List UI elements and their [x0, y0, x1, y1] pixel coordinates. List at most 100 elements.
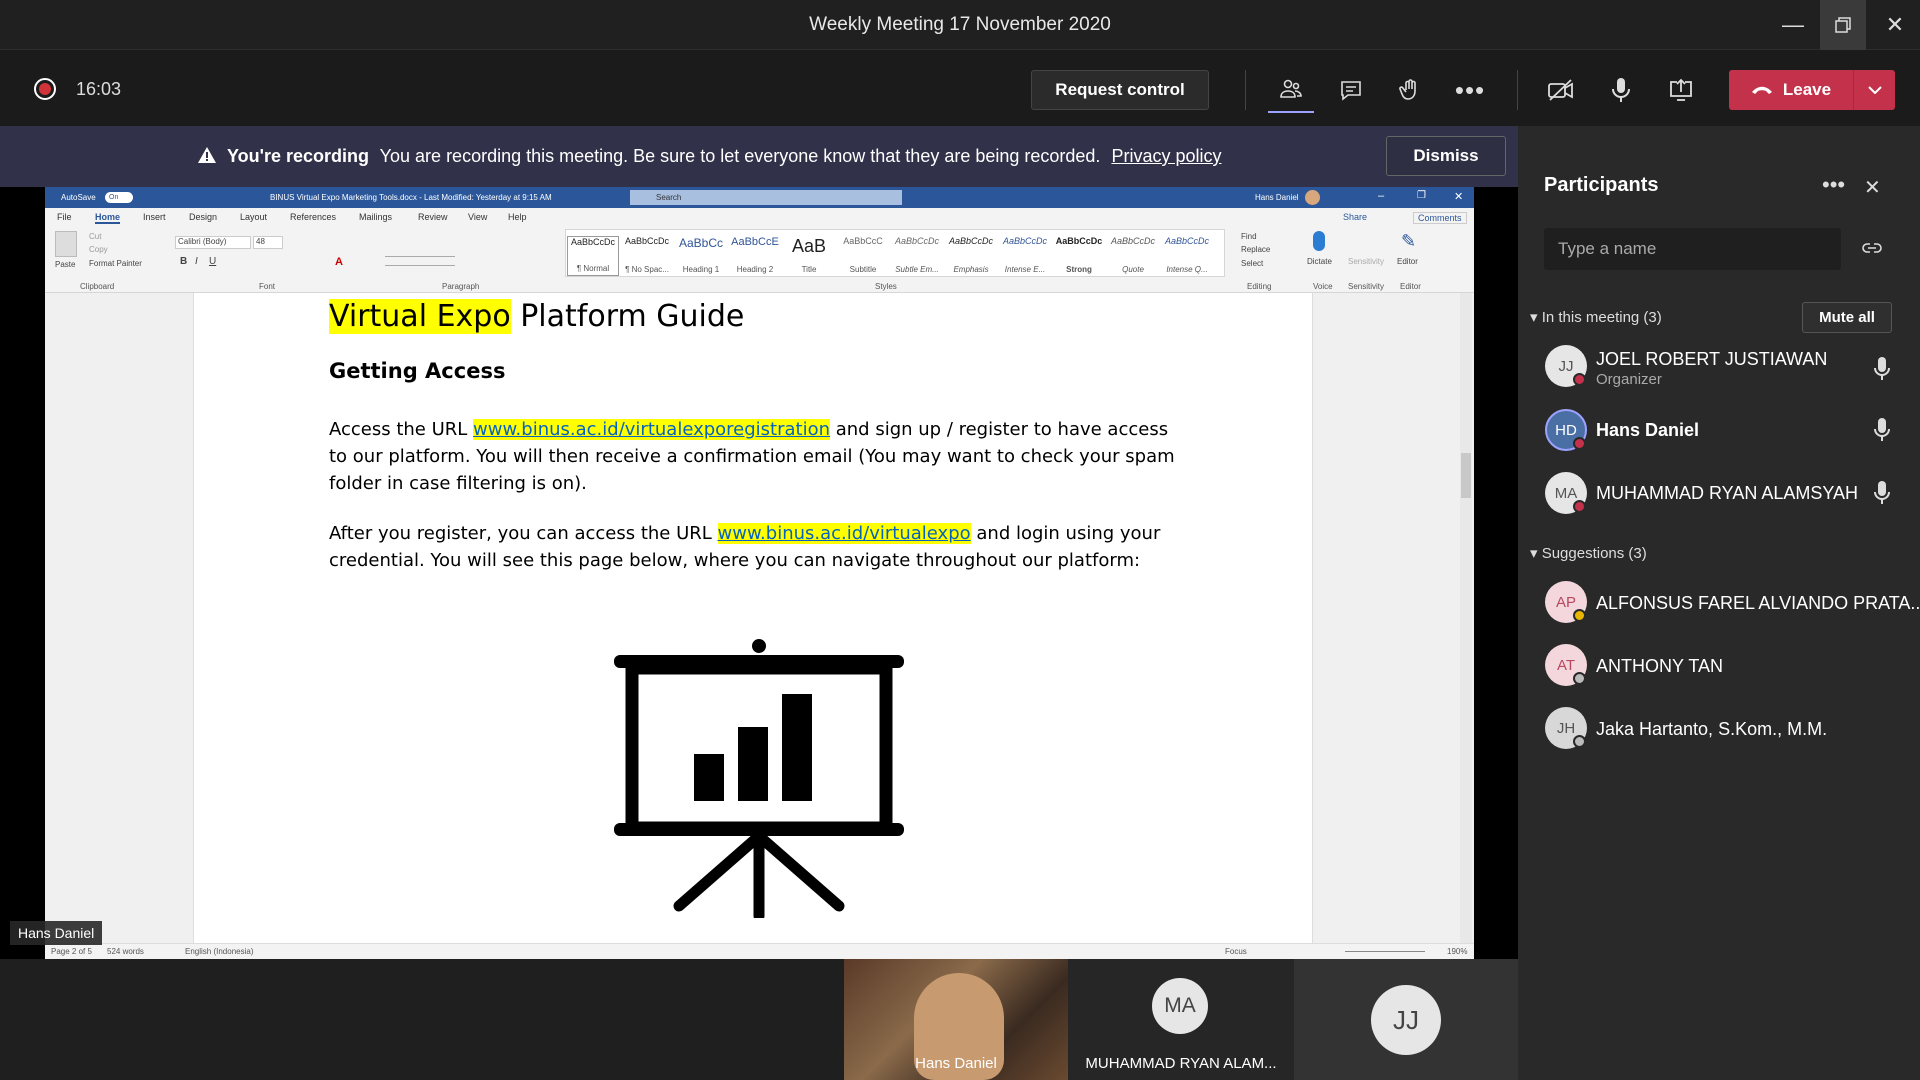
editor-pen-icon[interactable]: ✎	[1401, 231, 1419, 251]
style-subtle-emphasis[interactable]: AaBbCcDc Subtle Em...	[891, 236, 943, 276]
tab-design[interactable]: Design	[189, 212, 217, 222]
leave-main[interactable]: Leave	[1729, 80, 1853, 100]
microphone-icon[interactable]	[1598, 67, 1644, 113]
participant-mic-icon[interactable]	[1872, 356, 1892, 382]
status-language[interactable]: English (Indonesia)	[185, 947, 253, 956]
video-tile[interactable]: JJ	[1294, 959, 1518, 1080]
tab-home[interactable]: Home	[95, 212, 121, 224]
bold-icon[interactable]: B	[180, 256, 187, 267]
close-window-icon[interactable]: ✕	[1872, 0, 1918, 50]
word-status-bar: Page 2 of 5 524 words English (Indonesia…	[45, 943, 1474, 959]
style-intense-emphasis[interactable]: AaBbCcDc Intense E...	[999, 236, 1051, 276]
sensitivity-button[interactable]: Sensitivity	[1348, 257, 1384, 266]
zoom-slider[interactable]	[1345, 951, 1425, 952]
font-color-icon[interactable]: A	[335, 256, 343, 268]
tab-view[interactable]: View	[468, 212, 487, 222]
tile-label: Hans Daniel	[915, 1055, 997, 1072]
tab-references[interactable]: References	[290, 212, 336, 222]
style-heading-2[interactable]: AaBbCcE Heading 2	[729, 236, 781, 276]
cut-button[interactable]: Cut	[89, 232, 101, 241]
italic-icon[interactable]: I	[195, 256, 198, 267]
tab-review[interactable]: Review	[418, 212, 448, 222]
comments-button[interactable]: Comments	[1413, 212, 1467, 224]
vertical-scrollbar[interactable]	[1460, 293, 1472, 943]
scrollbar-thumb[interactable]	[1461, 453, 1471, 498]
chat-icon[interactable]	[1328, 67, 1374, 113]
share-invite-link-icon[interactable]	[1862, 240, 1882, 256]
editor-button[interactable]: Editor	[1397, 257, 1418, 266]
document-page[interactable]: Virtual Expo Platform Guide Getting Acce…	[193, 293, 1313, 943]
format-painter-button[interactable]: Format Painter	[89, 259, 142, 268]
suggestion-name[interactable]: ALFONSUS FAREL ALVIANDO PRATA...	[1596, 593, 1920, 614]
share-screen-icon[interactable]	[1658, 67, 1704, 113]
close-panel-icon[interactable]: ✕	[1864, 175, 1881, 200]
mute-all-button[interactable]: Mute all	[1802, 302, 1892, 333]
tab-insert[interactable]: Insert	[143, 212, 166, 222]
autosave-toggle[interactable]: On	[105, 192, 133, 203]
style-no-spacing[interactable]: AaBbCcDc ¶ No Spac...	[621, 236, 673, 276]
leave-button[interactable]: Leave	[1729, 70, 1895, 110]
suggestion-name[interactable]: ANTHONY TAN	[1596, 656, 1723, 677]
dictate-icon[interactable]	[1313, 231, 1325, 251]
style-title[interactable]: AaB Title	[783, 236, 835, 276]
in-meeting-section[interactable]: ▾ In this meeting (3)	[1530, 308, 1662, 326]
leave-options-chevron-icon[interactable]	[1853, 70, 1895, 110]
align-icons[interactable]	[385, 256, 455, 266]
request-control-button[interactable]: Request control	[1031, 70, 1209, 110]
participant-search-input[interactable]: Type a name	[1544, 228, 1841, 270]
registration-link[interactable]: www.binus.ac.id/virtualexporegistration	[473, 419, 831, 440]
divider	[1517, 70, 1518, 110]
suggestions-section[interactable]: ▾ Suggestions (3)	[1530, 544, 1647, 562]
raise-hand-icon[interactable]	[1387, 67, 1433, 113]
paste-icon[interactable]	[55, 231, 77, 257]
style-subtitle[interactable]: AaBbCcC Subtitle	[837, 236, 889, 276]
style-heading-1[interactable]: AaBbCc Heading 1	[675, 236, 727, 276]
copy-button[interactable]: Copy	[89, 245, 108, 254]
zoom-level[interactable]: 190%	[1447, 947, 1467, 956]
style-quote[interactable]: AaBbCcDc Quote	[1107, 236, 1159, 276]
status-page[interactable]: Page 2 of 5	[51, 947, 92, 956]
panel-more-icon[interactable]: •••	[1822, 172, 1845, 198]
dismiss-button[interactable]: Dismiss	[1386, 136, 1506, 176]
virtualexpo-link[interactable]: www.binus.ac.id/virtualexpo	[717, 523, 971, 544]
minimize-icon[interactable]: —	[1770, 0, 1816, 50]
video-tile[interactable]: Hans Daniel	[844, 959, 1068, 1080]
style-strong[interactable]: AaBbCcDc Strong	[1053, 236, 1105, 276]
tab-help[interactable]: Help	[508, 212, 527, 222]
underline-icon[interactable]: U	[209, 256, 216, 267]
word-restore-icon[interactable]: ❐	[1417, 190, 1426, 201]
word-close-icon[interactable]: ✕	[1454, 190, 1463, 203]
video-tile[interactable]: MA MUHAMMAD RYAN ALAM...	[1068, 959, 1294, 1080]
style-intense-quote[interactable]: AaBbCcDc Intense Q...	[1161, 236, 1213, 276]
restore-icon[interactable]	[1820, 0, 1866, 50]
word-user-avatar[interactable]	[1305, 190, 1320, 205]
participant-mic-icon[interactable]	[1872, 480, 1892, 506]
tab-layout[interactable]: Layout	[240, 212, 267, 222]
style-normal[interactable]: AaBbCcDc ¶ Normal	[567, 236, 619, 276]
recording-indicator-icon	[34, 78, 56, 100]
more-actions-icon[interactable]: •••	[1447, 67, 1493, 113]
paste-button[interactable]: Paste	[55, 260, 75, 269]
suggestion-name[interactable]: Jaka Hartanto, S.Kom., M.M.	[1596, 719, 1827, 740]
share-doc-button[interactable]: Share	[1343, 212, 1367, 222]
participants-icon[interactable]	[1268, 67, 1314, 113]
recording-title: You're recording	[227, 146, 369, 166]
font-name-select[interactable]: Calibri (Body)	[175, 236, 251, 249]
font-size-select[interactable]: 48	[253, 236, 283, 249]
find-button[interactable]: Find	[1241, 232, 1257, 241]
word-search-box[interactable]: Search	[630, 190, 902, 205]
dictate-button[interactable]: Dictate	[1307, 257, 1332, 266]
select-button[interactable]: Select	[1241, 259, 1263, 268]
focus-mode-button[interactable]: Focus	[1225, 947, 1247, 956]
privacy-policy-link[interactable]: Privacy policy	[1111, 146, 1221, 166]
word-minimize-icon[interactable]: –	[1378, 190, 1384, 202]
status-words[interactable]: 524 words	[107, 947, 144, 956]
leave-label: Leave	[1782, 80, 1832, 99]
camera-off-icon[interactable]	[1538, 67, 1584, 113]
autosave-label: AutoSave	[61, 193, 96, 202]
participant-mic-icon[interactable]	[1872, 417, 1892, 443]
tab-mailings[interactable]: Mailings	[359, 212, 392, 222]
tab-file[interactable]: File	[57, 212, 72, 222]
replace-button[interactable]: Replace	[1241, 245, 1270, 254]
style-emphasis[interactable]: AaBbCcDc Emphasis	[945, 236, 997, 276]
